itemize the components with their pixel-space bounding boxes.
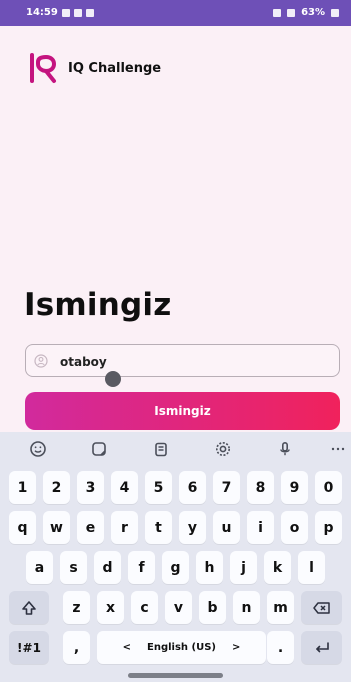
user-icon	[34, 354, 48, 368]
key-digit[interactable]: 0	[315, 471, 342, 504]
key-letter[interactable]: k	[264, 551, 291, 584]
key-digit[interactable]: 1	[9, 471, 36, 504]
status-time: 14:59	[26, 7, 58, 18]
key-letter[interactable]: t	[145, 511, 172, 544]
enter-key[interactable]	[301, 631, 342, 664]
symbols-key[interactable]: !#1	[9, 631, 49, 664]
keyboard-toolbar	[0, 432, 351, 468]
app-logo-icon	[30, 53, 57, 83]
key-digit[interactable]: 9	[281, 471, 308, 504]
app-header: IQ Challenge	[26, 51, 161, 85]
backspace-icon	[312, 601, 330, 614]
sticker-icon[interactable]	[90, 440, 108, 458]
key-letter[interactable]: z	[63, 591, 90, 624]
touch-indicator	[105, 371, 121, 387]
message-icon	[85, 8, 94, 17]
key-letter[interactable]: q	[9, 511, 36, 544]
enter-icon	[315, 641, 329, 652]
status-right: 63%	[273, 7, 339, 18]
on-screen-keyboard: 1 2 3 4 5 6 7 8 9 0 q w e r t y u i o p …	[0, 432, 351, 682]
warning-icon	[73, 8, 82, 17]
shift-key[interactable]	[9, 591, 49, 624]
key-letter[interactable]: y	[179, 511, 206, 544]
backspace-key[interactable]	[301, 591, 342, 624]
shift-icon	[22, 600, 36, 615]
key-letter[interactable]: h	[196, 551, 223, 584]
key-letter[interactable]: b	[199, 591, 226, 624]
status-left: 14:59	[26, 7, 94, 18]
key-digit[interactable]: 5	[145, 471, 172, 504]
key-letter[interactable]: u	[213, 511, 240, 544]
key-letter[interactable]: x	[97, 591, 124, 624]
wifi-icon	[287, 8, 296, 17]
key-digit[interactable]: 7	[213, 471, 240, 504]
key-letter[interactable]: s	[60, 551, 87, 584]
key-letter[interactable]: d	[94, 551, 121, 584]
page-title: Ismingiz	[24, 287, 172, 323]
app-title: IQ Challenge	[68, 60, 162, 76]
home-indicator	[128, 673, 223, 678]
signal-icon	[273, 8, 282, 17]
battery-icon	[331, 8, 339, 17]
key-letter[interactable]: a	[26, 551, 53, 584]
key-letter[interactable]: g	[162, 551, 189, 584]
key-letter[interactable]: j	[230, 551, 257, 584]
space-right-arrow: >	[231, 642, 241, 653]
key-digit[interactable]: 4	[111, 471, 138, 504]
period-key[interactable]: .	[267, 631, 294, 664]
name-input[interactable]	[58, 349, 332, 375]
comma-key[interactable]: ,	[63, 631, 90, 664]
key-letter[interactable]: i	[247, 511, 274, 544]
emoji-icon[interactable]	[29, 440, 47, 458]
key-letter[interactable]: r	[111, 511, 138, 544]
battery-percent: 63%	[301, 7, 325, 18]
settings-icon[interactable]	[214, 440, 232, 458]
key-digit[interactable]: 2	[43, 471, 70, 504]
key-letter[interactable]: o	[281, 511, 308, 544]
key-letter[interactable]: f	[128, 551, 155, 584]
key-letter[interactable]: n	[233, 591, 260, 624]
more-icon[interactable]	[329, 440, 347, 458]
key-letter[interactable]: v	[165, 591, 192, 624]
key-letter[interactable]: e	[77, 511, 104, 544]
space-left-arrow: <	[122, 642, 131, 653]
name-input-container[interactable]	[25, 344, 340, 377]
key-letter[interactable]: m	[267, 591, 294, 624]
space-bar[interactable]: < English (US) >	[97, 631, 266, 664]
clipboard-icon[interactable]	[152, 440, 170, 458]
notification-icon	[61, 8, 70, 17]
status-bar: 14:59 63%	[0, 0, 351, 26]
mic-icon[interactable]	[276, 440, 294, 458]
key-letter[interactable]: c	[131, 591, 158, 624]
key-digit[interactable]: 6	[179, 471, 206, 504]
submit-button[interactable]: Ismingiz	[25, 392, 340, 430]
key-digit[interactable]: 3	[77, 471, 104, 504]
key-letter[interactable]: w	[43, 511, 70, 544]
key-letter[interactable]: l	[298, 551, 325, 584]
space-language-label: English (US)	[147, 642, 216, 653]
key-letter[interactable]: p	[315, 511, 342, 544]
key-digit[interactable]: 8	[247, 471, 274, 504]
